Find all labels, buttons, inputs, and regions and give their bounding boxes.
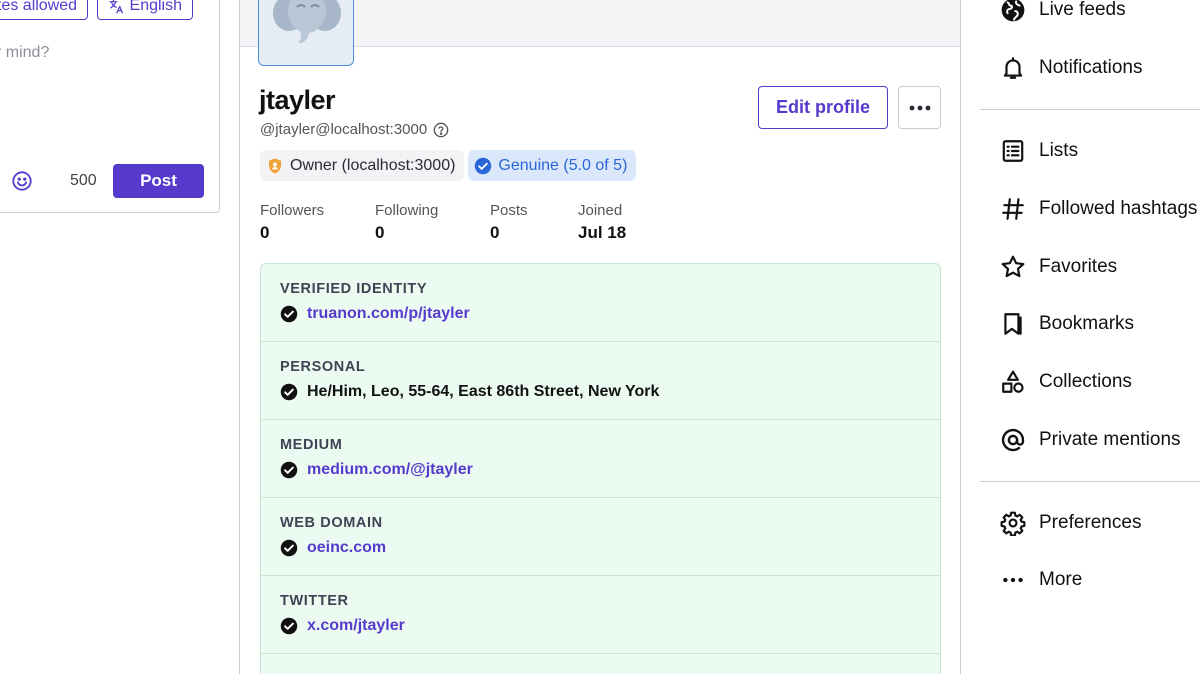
- verified-check-icon: [475, 157, 492, 174]
- gear-icon: [1000, 511, 1026, 536]
- bookmark-icon: [1004, 313, 1022, 335]
- at-icon: [1001, 428, 1025, 452]
- profile-field: VERIFIED IDENTITY truanon.com/p/jtayler: [261, 264, 940, 342]
- check-circle-icon: [280, 305, 298, 323]
- nav-item-favorites[interactable]: Favorites: [1000, 252, 1117, 282]
- field-label: VERIFIED IDENTITY: [280, 281, 428, 297]
- stat-value: 0: [375, 223, 385, 242]
- edit-profile-button[interactable]: Edit profile: [758, 86, 888, 129]
- stat-value: 0: [490, 223, 500, 242]
- owner-badge: Owner (localhost:3000): [260, 150, 465, 181]
- profile-field: TWITTER x.com/jtayler: [261, 576, 940, 654]
- check-circle-icon: [280, 539, 298, 557]
- hashtag-icon: [1002, 198, 1024, 220]
- stat-followers[interactable]: Followers 0: [260, 202, 375, 243]
- quote-policy-chip[interactable]: tes allowed: [0, 0, 88, 20]
- elephant-avatar-icon: [273, 0, 341, 43]
- field-label: PERSONAL: [280, 359, 366, 375]
- help-circle-icon[interactable]: [433, 122, 449, 138]
- nav-item-bookmarks[interactable]: Bookmarks: [1000, 309, 1134, 339]
- ellipsis-icon: [909, 105, 930, 110]
- language-chip[interactable]: English: [97, 0, 193, 20]
- nav-item-live-feeds[interactable]: Live feeds: [1000, 0, 1126, 25]
- stat-value: 0: [260, 223, 270, 242]
- compose-panel: tes allowed English r mind? 500 Post: [0, 0, 220, 213]
- compose-textarea[interactable]: r mind?: [0, 44, 49, 62]
- emoji-icon[interactable]: [11, 170, 33, 192]
- check-circle-icon: [280, 461, 298, 479]
- account-handle: @jtayler@localhost:3000: [260, 121, 428, 138]
- profile-panel: jtayler @jtayler@localhost:3000 Owner (l…: [239, 0, 961, 674]
- field-label: MEDIUM: [280, 437, 343, 453]
- nav-divider: [980, 109, 1200, 110]
- nav-item-collections[interactable]: Collections: [1000, 367, 1132, 397]
- shapes-icon: [1002, 370, 1024, 393]
- stat-joined: Joined Jul 18: [578, 202, 678, 243]
- character-counter: 500: [70, 172, 97, 189]
- list-icon: [1002, 140, 1024, 162]
- bell-icon: [1003, 57, 1023, 79]
- quote-policy-label: tes allowed: [0, 0, 78, 14]
- owner-badge-label: Owner (localhost:3000): [290, 156, 456, 174]
- nav-item-private-mentions[interactable]: Private mentions: [1000, 425, 1181, 455]
- profile-stats: Followers 0 Following 0 Posts 0 Joined J…: [260, 202, 678, 243]
- post-button[interactable]: Post: [113, 164, 204, 198]
- language-label: English: [129, 0, 182, 14]
- nav-label: Notifications: [1039, 57, 1143, 78]
- navigation-menu: Live feeds Notifications Lists Followed …: [980, 0, 1200, 674]
- field-link[interactable]: truanon.com/p/jtayler: [307, 305, 470, 323]
- profile-field: WEB DOMAIN oeinc.com: [261, 498, 940, 576]
- stat-label: Followers: [260, 202, 325, 219]
- nav-divider: [980, 481, 1200, 482]
- nav-label: Private mentions: [1039, 429, 1181, 450]
- nav-item-followed-hashtags[interactable]: Followed hashtags: [1000, 194, 1197, 224]
- translate-icon: [109, 0, 124, 13]
- check-circle-icon: [280, 383, 298, 401]
- nav-label: Collections: [1039, 371, 1132, 392]
- field-link[interactable]: oeinc.com: [307, 539, 386, 557]
- profile-field: MEDIUM medium.com/@jtayler: [261, 420, 940, 498]
- nav-label: Preferences: [1039, 512, 1142, 533]
- nav-label: Live feeds: [1039, 0, 1126, 20]
- ellipsis-icon: [1003, 577, 1023, 583]
- star-icon: [1001, 255, 1025, 278]
- field-text: He/Him, Leo, 55-64, East 86th Street, Ne…: [307, 383, 660, 400]
- nav-item-lists[interactable]: Lists: [1000, 136, 1078, 166]
- field-link[interactable]: medium.com/@jtayler: [307, 461, 473, 479]
- nav-label: Followed hashtags: [1039, 198, 1198, 219]
- nav-label: More: [1039, 569, 1083, 590]
- nav-label: Favorites: [1039, 256, 1118, 277]
- field-label: TWITTER: [280, 593, 349, 609]
- genuine-badge-label: Genuine (5.0 of 5): [498, 156, 628, 174]
- field-label: WEB DOMAIN: [280, 515, 383, 531]
- display-name: jtayler: [259, 85, 336, 115]
- stat-posts[interactable]: Posts 0: [490, 202, 578, 243]
- handle-row: @jtayler@localhost:3000: [260, 121, 449, 138]
- genuine-badge[interactable]: Genuine (5.0 of 5): [468, 150, 637, 181]
- nav-item-preferences[interactable]: Preferences: [1000, 508, 1141, 538]
- stat-label: Joined: [578, 202, 623, 219]
- nav-item-notifications[interactable]: Notifications: [1000, 53, 1143, 83]
- avatar[interactable]: [258, 0, 354, 66]
- nav-item-more[interactable]: More: [1000, 565, 1082, 595]
- check-circle-icon: [280, 617, 298, 635]
- nav-label: Bookmarks: [1039, 313, 1135, 334]
- stat-label: Following: [375, 202, 439, 219]
- role-badges: Owner (localhost:3000) Genuine (5.0 of 5…: [260, 150, 637, 181]
- stat-following[interactable]: Following 0: [375, 202, 490, 243]
- globe-icon: [1001, 0, 1025, 22]
- stat-value: Jul 18: [578, 223, 627, 242]
- profile-field: PERSONAL He/Him, Leo, 55-64, East 86th S…: [261, 342, 940, 420]
- profile-fields: VERIFIED IDENTITY truanon.com/p/jtayler …: [260, 263, 941, 674]
- field-link[interactable]: x.com/jtayler: [307, 617, 405, 635]
- owner-shield-icon: [269, 158, 281, 173]
- profile-more-button[interactable]: [898, 86, 941, 129]
- stat-label: Posts: [490, 202, 528, 219]
- nav-label: Lists: [1039, 140, 1079, 161]
